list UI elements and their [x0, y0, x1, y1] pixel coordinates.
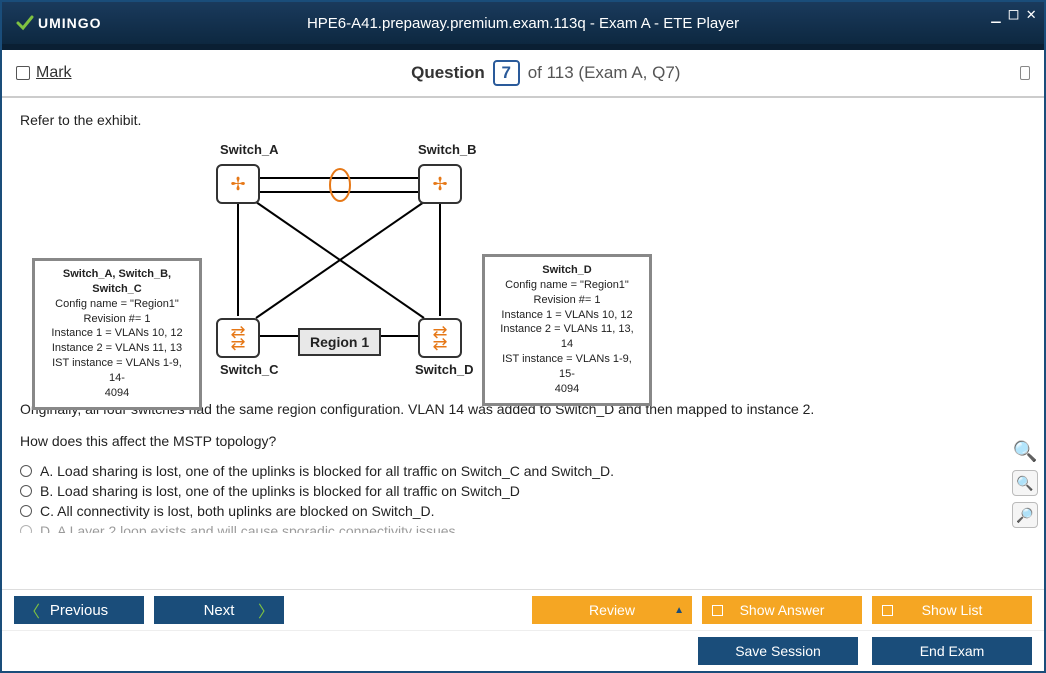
switch-a-icon: ✢ [216, 164, 260, 204]
maximize-icon[interactable]: □ [1007, 4, 1021, 23]
content-area: Refer to the exhibit. Switch_A Switch_B … [2, 98, 1044, 589]
refer-text: Refer to the exhibit. [20, 112, 1026, 128]
header-right-box [1020, 66, 1030, 80]
next-button[interactable]: Next〉 [154, 596, 284, 624]
option-c-radio[interactable] [20, 505, 32, 517]
zoom-out-icon[interactable]: 🔎 [1012, 502, 1038, 528]
label-switch-b: Switch_B [418, 142, 477, 157]
question-header: Mark Question 7 of 113 (Exam A, Q7) [2, 50, 1044, 98]
window-title: HPE6-A41.prepaway.premium.exam.113q - Ex… [307, 15, 739, 32]
mark-checkbox[interactable] [16, 66, 30, 80]
option-b-text: B. Load sharing is lost, one of the upli… [40, 483, 520, 499]
footer-nav: 〈Previous Next〉 Review▲ Show Answer Show… [2, 589, 1044, 630]
option-b-radio[interactable] [20, 485, 32, 497]
close-icon[interactable]: ✕ [1024, 4, 1038, 23]
previous-button[interactable]: 〈Previous [14, 596, 144, 624]
option-d-radio[interactable] [20, 525, 32, 533]
exhibit-diagram: Switch_A Switch_B Switch_C Switch_D ✢ ✢ … [20, 136, 780, 386]
config-box-left: Switch_A, Switch_B, Switch_C Config name… [32, 258, 202, 410]
answer-options: A. Load sharing is lost, one of the upli… [20, 463, 1026, 533]
brand-logo: UMINGO [14, 12, 102, 34]
question-para-2: How does this affect the MSTP topology? [20, 432, 1026, 452]
mark-label[interactable]: Mark [36, 64, 72, 82]
end-exam-button[interactable]: End Exam [872, 637, 1032, 665]
region-label: Region 1 [298, 328, 381, 356]
minimize-icon[interactable]: _ [989, 4, 1003, 23]
option-c-text: C. All connectivity is lost, both uplink… [40, 503, 435, 519]
titlebar: UMINGO HPE6-A41.prepaway.premium.exam.11… [2, 2, 1044, 50]
config-box-right: Switch_D Config name = "Region1" Revisio… [482, 254, 652, 406]
footer-actions: Save Session End Exam [2, 630, 1044, 671]
question-word: Question [411, 63, 485, 82]
switch-d-icon: ⇄⇄ [418, 318, 462, 358]
label-switch-d: Switch_D [415, 362, 474, 377]
label-switch-a: Switch_A [220, 142, 279, 157]
save-session-button[interactable]: Save Session [698, 637, 858, 665]
review-button[interactable]: Review▲ [532, 596, 692, 624]
switch-c-icon: ⇄⇄ [216, 318, 260, 358]
brand-text: UMINGO [38, 15, 102, 31]
option-a-radio[interactable] [20, 465, 32, 477]
option-a-text: A. Load sharing is lost, one of the upli… [40, 463, 614, 479]
label-switch-c: Switch_C [220, 362, 279, 377]
option-d-text: D. A Layer 2 loop exists and will cause … [40, 523, 459, 533]
question-suffix: of 113 (Exam A, Q7) [528, 63, 681, 82]
search-icon[interactable]: 🔍 [1012, 438, 1038, 464]
show-answer-button[interactable]: Show Answer [702, 596, 862, 624]
show-list-button[interactable]: Show List [872, 596, 1032, 624]
zoom-in-icon[interactable]: 🔍 [1012, 470, 1038, 496]
question-number-input[interactable]: 7 [493, 60, 520, 86]
switch-b-icon: ✢ [418, 164, 462, 204]
